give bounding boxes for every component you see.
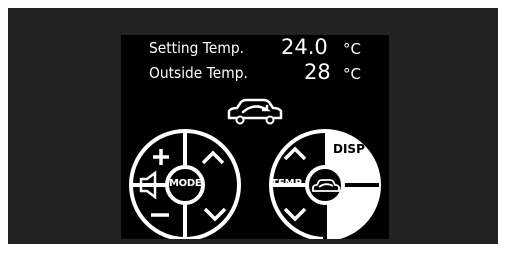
setting-temp-unit: °C bbox=[343, 40, 361, 58]
outside-temp-unit: °C bbox=[343, 65, 361, 83]
left-steering-dial: MODE bbox=[127, 127, 243, 239]
volume-down-button[interactable] bbox=[147, 197, 183, 231]
recirculation-car-icon bbox=[225, 98, 285, 126]
right-steering-dial: DISP TEMP TRIP bbox=[267, 127, 383, 239]
temp-label: TEMP bbox=[271, 178, 302, 189]
seek-up-button[interactable] bbox=[189, 137, 235, 177]
outside-temp-value: 28 bbox=[304, 60, 331, 84]
display-screen: Setting Temp. 24.0 °C Outside Temp. 28 °… bbox=[121, 35, 389, 239]
volume-up-button[interactable] bbox=[147, 141, 183, 175]
center-recirculation-button[interactable] bbox=[307, 167, 343, 203]
setting-temp-value: 24.0 bbox=[281, 35, 328, 59]
seek-down-button[interactable] bbox=[189, 193, 235, 233]
outside-temp-label: Outside Temp. bbox=[149, 64, 248, 82]
setting-temp-label: Setting Temp. bbox=[149, 39, 244, 57]
